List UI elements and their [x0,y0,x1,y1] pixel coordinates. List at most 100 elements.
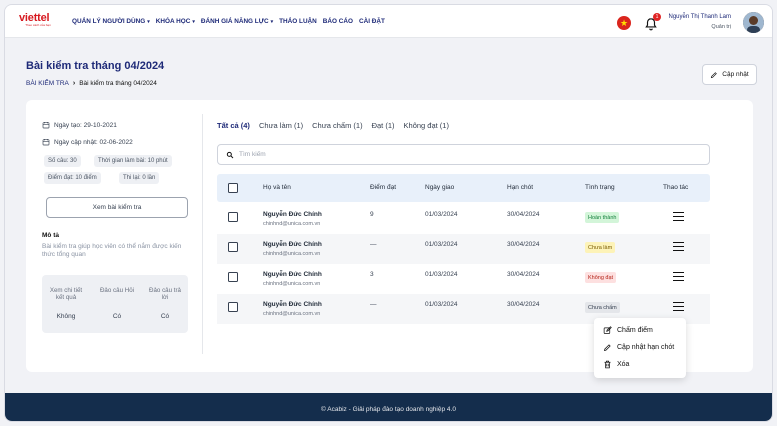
setting-value-detail: Không [56,313,76,320]
header-deadline: Hạn chót [507,184,534,191]
setting-label-detail: Xem chi tiết kết quả [49,287,83,301]
caret-down-icon: ▾ [147,18,150,25]
menu-item-delete[interactable]: Xóa [603,360,629,369]
search-icon [226,151,234,158]
menu-item-reports[interactable]: BÁO CÁO [323,18,353,25]
logo-wordmark: viettel [19,12,50,24]
assigned-date-cell: 01/03/2024 [425,271,458,278]
updated-date-text: Ngày cập nhật: 02-06-2022 [54,138,133,146]
score-cell: 3 [370,271,374,278]
user-name[interactable]: Nguyễn Thị Thanh Lam [669,14,731,20]
pencil-icon [603,344,611,352]
student-name: Nguyễn Đức Chính [263,241,322,248]
main-menu: QUẢN LÝ NGƯỜI DÙNG ▾ KHÓA HỌC ▾ ĐÁNH GIÁ N… [72,5,385,38]
hamburger-menu-icon[interactable] [673,212,684,221]
menu-item-grade[interactable]: Chấm điểm [603,326,653,335]
header-name: Họ và tên [263,184,291,191]
table-row: Nguyễn Đức Chính chinhnd@unica.com.vn 3 … [217,264,710,294]
view-test-button[interactable]: Xem bài kiểm tra [46,197,188,218]
hamburger-menu-icon[interactable] [673,242,684,251]
hamburger-menu-icon[interactable] [673,272,684,281]
student-email: chinhnd@unica.com.vn [263,221,321,227]
caret-down-icon: ▾ [192,18,195,25]
settings-summary: Xem chi tiết kết quả Đảo câu Hỏi Đảo câu… [42,275,188,333]
row-checkbox[interactable] [228,242,238,252]
description-text: Bài kiểm tra giúp học viên có thể nắm đư… [42,243,182,258]
menu-item-courses[interactable]: KHÓA HỌC ▾ [156,18,195,25]
header-status: Tình trạng [585,184,615,191]
deadline-cell: 30/04/2024 [507,271,540,278]
setting-value-shuffle-questions: Có [112,313,122,320]
menu-item-discussion[interactable]: THẢO LUẬN [279,18,317,25]
deadline-cell: 30/04/2024 [507,241,540,248]
tab-failed[interactable]: Không đạt (1) [404,121,449,130]
setting-value-shuffle-answers: Có [160,313,170,320]
chip-pass-score: Điểm đạt: 10 điểm [44,172,101,184]
chip-duration: Thời gian làm bài: 10 phút [94,155,172,167]
trash-icon [604,360,611,369]
hamburger-menu-icon[interactable] [673,302,684,311]
tab-passed[interactable]: Đạt (1) [372,121,395,130]
student-email: chinhnd@unica.com.vn [263,251,321,257]
score-cell: 9 [370,211,374,218]
pencil-icon [711,71,718,78]
tab-not-graded[interactable]: Chưa chấm (1) [312,121,362,130]
menu-item-settings[interactable]: CÀI ĐẶT [359,18,385,25]
header-actions: Thao tác [663,184,689,191]
menu-item-label: THẢO LUẬN [279,18,317,25]
calendar-icon [42,122,50,129]
menu-item-assessment[interactable]: ĐÁNH GIÁ NĂNG LỰC ▾ [201,18,273,25]
header-score: Điểm đạt [370,184,397,191]
created-date: Ngày tạo: 29-10-2021 [42,121,117,129]
menu-item-label: Xóa [617,361,630,368]
vietnam-flag-icon[interactable]: ★ [617,16,631,30]
deadline-cell: 30/04/2024 [507,301,540,308]
student-name: Nguyễn Đức Chính [263,301,322,308]
setting-label-shuffle-answers: Đảo câu trả lời [149,287,181,301]
header-assigned: Ngày giao [425,184,455,191]
assigned-date-cell: 01/03/2024 [425,241,458,248]
menu-item-label: KHÓA HỌC [155,18,191,25]
status-badge: Chưa chấm [585,302,620,313]
menu-item-label: CÀI ĐẶT [358,18,385,25]
menu-item-label: QUẢN LÝ NGƯỜI DÙNG [72,18,146,25]
app-window: viettel Theo cách của bạn QUẢN LÝ NGƯỜI … [4,4,773,422]
calendar-icon [42,139,50,146]
status-tabs: Tất cả (4) Chưa làm (1) Chưa chấm (1) Đạ… [217,121,449,130]
score-cell: — [370,241,377,248]
row-checkbox[interactable] [228,302,238,312]
assigned-date-cell: 01/03/2024 [425,211,458,218]
footer: © Acabiz - Giải pháp đào tạo doanh nghiệ… [5,393,772,421]
status-badge: Không đạt [585,272,617,283]
menu-item-user-management[interactable]: QUẢN LÝ NGƯỜI DÙNG ▾ [72,18,150,25]
tab-not-done[interactable]: Chưa làm (1) [259,121,303,130]
user-role: Quản trị [711,24,731,30]
update-button[interactable]: Cập nhật [702,64,757,85]
breadcrumb-link[interactable]: BÀI KIỂM TRA [26,80,69,87]
menu-item-update-deadline[interactable]: Cập nhật hạn chót [603,343,674,352]
assigned-date-cell: 01/03/2024 [425,301,458,308]
table-row: Nguyễn Đức Chính chinhnd@unica.com.vn — … [217,234,710,264]
select-all-checkbox[interactable] [228,183,238,193]
row-action-menu: Chấm điểm Cập nhật hạn chót Xóa [594,318,686,378]
caret-down-icon: ▾ [270,18,274,25]
menu-item-label: BÁO CÁO [322,18,353,25]
table-header: Họ và tên Điểm đạt Ngày giao Hạn chót Tì… [217,174,710,202]
column-divider [202,114,203,354]
chip-question-count: Số câu: 30 [44,155,81,167]
viettel-logo[interactable]: viettel Theo cách của bạn [19,12,57,28]
row-checkbox[interactable] [228,212,238,222]
menu-item-label: Chấm điểm [617,327,653,334]
status-badge: Chưa làm [585,242,616,253]
student-email: chinhnd@unica.com.vn [263,281,321,287]
table-row: Nguyễn Đức Chính chinhnd@unica.com.vn 9 … [217,204,710,234]
avatar[interactable] [743,12,764,33]
search-input[interactable] [239,151,639,158]
chip-retake: Thi lại: 0 lần [119,172,160,184]
avatar-image [743,12,764,33]
tab-all[interactable]: Tất cả (4) [217,121,250,130]
student-email: chinhnd@unica.com.vn [263,311,321,317]
status-badge: Hoàn thành [585,212,620,223]
menu-item-label: Cập nhật hạn chót [617,344,675,351]
row-checkbox[interactable] [228,272,238,282]
